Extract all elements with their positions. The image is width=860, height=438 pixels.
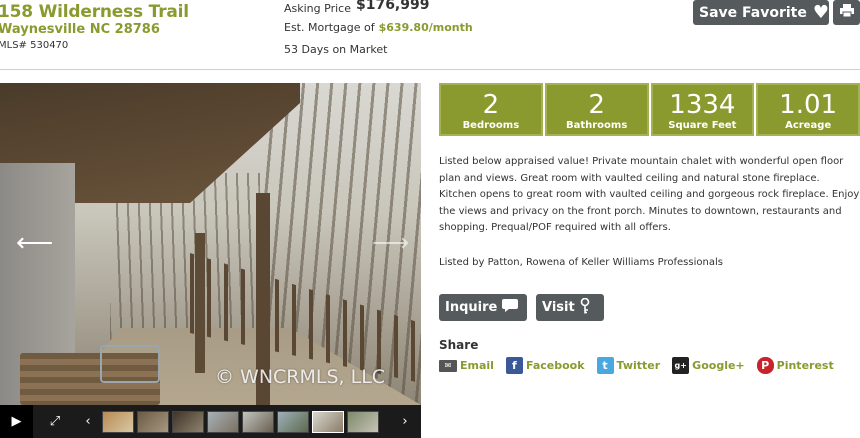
stat-value: 1334 bbox=[669, 90, 736, 120]
share-facebook-link[interactable]: f Facebook bbox=[505, 357, 585, 374]
share-google-label: Google+ bbox=[692, 359, 745, 372]
photo-prev-arrow-icon[interactable]: ⟵ bbox=[16, 230, 53, 256]
stat-label: Square Feet bbox=[668, 120, 737, 131]
thumbnail[interactable] bbox=[172, 411, 204, 433]
share-facebook-label: Facebook bbox=[525, 359, 585, 372]
thumbnail[interactable] bbox=[347, 411, 379, 433]
facebook-icon: f bbox=[505, 357, 523, 374]
listing-actions: Inquire Visit bbox=[439, 294, 604, 321]
stat-label: Bedrooms bbox=[462, 120, 520, 131]
asking-price-label: Asking Price bbox=[284, 2, 351, 15]
thumbnail[interactable] bbox=[207, 411, 239, 433]
thumbs-next-chevron-icon[interactable]: › bbox=[395, 405, 415, 438]
share-google-link[interactable]: g+ Google+ bbox=[672, 357, 745, 374]
city-state-zip: Waynesville NC 28786 bbox=[0, 22, 160, 37]
photo-filmstrip: ▶ ⤢ ‹ › bbox=[0, 405, 421, 438]
share-links: ✉ Email f Facebook t Twitter g+ Google+ … bbox=[439, 357, 846, 374]
asking-price-value: $176,999 bbox=[355, 0, 430, 13]
stat-label: Bathrooms bbox=[565, 120, 628, 131]
property-stats: 2 Bedrooms 2 Bathrooms 1334 Square Feet … bbox=[439, 83, 860, 136]
pricing-block: Asking Price $176,999 Est. Mortgage of $… bbox=[284, 0, 473, 63]
twitter-icon: t bbox=[596, 357, 614, 374]
stat-value: 2 bbox=[588, 90, 605, 120]
stat-label: Acreage bbox=[785, 120, 832, 131]
share-twitter-label: Twitter bbox=[616, 359, 661, 372]
share-email-label: Email bbox=[460, 359, 494, 372]
photo-watermark: © WNCRMLS, LLC bbox=[215, 366, 386, 388]
fullscreen-icon[interactable]: ⤢ bbox=[40, 405, 70, 438]
speech-bubble-icon bbox=[502, 299, 519, 316]
listing-description: Listed below appraised value! Private mo… bbox=[439, 156, 860, 233]
print-icon bbox=[839, 4, 854, 21]
save-favorite-button[interactable]: Save Favorite ♥ bbox=[693, 0, 829, 25]
mortgage-value[interactable]: $639.80/month bbox=[379, 21, 473, 34]
address-block: 158 Wilderness Trail Waynesville NC 2878… bbox=[0, 2, 189, 51]
google-plus-icon: g+ bbox=[672, 357, 690, 374]
thumbs-prev-chevron-icon[interactable]: ‹ bbox=[78, 405, 98, 438]
key-icon bbox=[580, 297, 590, 318]
listing-photo[interactable]: ⟵ ⟶ © WNCRMLS, LLC bbox=[0, 83, 421, 405]
thumbnail-row bbox=[102, 411, 379, 433]
thumbnail[interactable] bbox=[312, 411, 344, 433]
share-pinterest-label: Pinterest bbox=[776, 359, 834, 372]
share-heading: Share bbox=[439, 338, 479, 352]
share-email-link[interactable]: ✉ Email bbox=[439, 359, 494, 372]
stat-bathrooms: 2 Bathrooms bbox=[544, 83, 649, 136]
visit-label: Visit bbox=[542, 300, 575, 315]
envelope-icon: ✉ bbox=[439, 359, 457, 372]
save-favorite-label: Save Favorite bbox=[699, 4, 807, 21]
stat-square-feet: 1334 Square Feet bbox=[650, 83, 755, 136]
listing-header: 158 Wilderness Trail Waynesville NC 2878… bbox=[0, 0, 860, 70]
thumbnail[interactable] bbox=[277, 411, 309, 433]
stat-value: 2 bbox=[482, 90, 500, 120]
mls-number: MLS# 530470 bbox=[0, 40, 69, 51]
stat-bedrooms: 2 Bedrooms bbox=[439, 83, 543, 136]
heart-icon: ♥ bbox=[812, 1, 829, 23]
share-pinterest-link[interactable]: P Pinterest bbox=[756, 357, 834, 374]
stat-acreage: 1.01 Acreage bbox=[756, 83, 860, 136]
print-button[interactable] bbox=[833, 0, 860, 25]
pinterest-icon: P bbox=[756, 357, 774, 374]
header-divider bbox=[0, 69, 860, 70]
days-on-market: 53 Days on Market bbox=[284, 43, 388, 56]
photo-next-arrow-icon[interactable]: ⟶ bbox=[372, 230, 409, 256]
thumbnail[interactable] bbox=[137, 411, 169, 433]
thumbnail[interactable] bbox=[102, 411, 134, 433]
play-icon[interactable]: ▶ bbox=[0, 405, 33, 438]
mortgage-label: Est. Mortgage of bbox=[284, 21, 375, 34]
thumbnail[interactable] bbox=[242, 411, 274, 433]
listing-agent: Listed by Patton, Rowena of Keller Willi… bbox=[439, 257, 723, 268]
inquire-button[interactable]: Inquire bbox=[439, 294, 527, 321]
visit-button[interactable]: Visit bbox=[536, 294, 604, 321]
share-twitter-link[interactable]: t Twitter bbox=[596, 357, 661, 374]
inquire-label: Inquire bbox=[445, 300, 498, 315]
street-address: 158 Wilderness Trail bbox=[0, 2, 189, 22]
stat-value: 1.01 bbox=[779, 90, 838, 120]
